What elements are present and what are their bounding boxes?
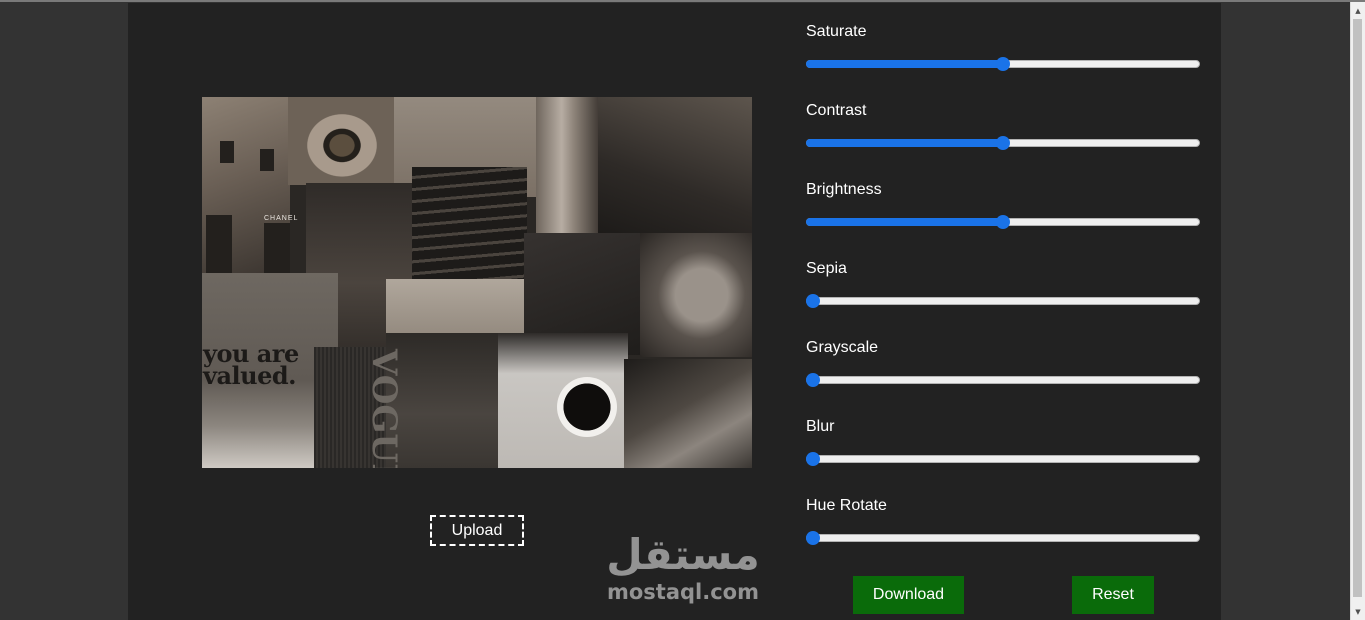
slider-fill <box>806 60 1003 68</box>
sepia-label: Sepia <box>806 260 847 277</box>
slider-thumb[interactable] <box>996 57 1010 71</box>
collage-quote-line2: valued. <box>203 361 296 390</box>
image-preview: you are valued. VOGUE CHANEL <box>202 97 752 468</box>
grayscale-slider[interactable] <box>806 373 1200 387</box>
slider-track <box>806 455 1200 463</box>
slider-thumb[interactable] <box>806 373 820 387</box>
collage-shop-sign: CHANEL <box>264 215 299 222</box>
collage-vogue-text: VOGUE <box>364 349 404 468</box>
slider-track <box>806 534 1200 542</box>
collage-tile-building <box>202 97 290 273</box>
slider-thumb[interactable] <box>996 215 1010 229</box>
collage-tile-car-interior <box>624 359 752 468</box>
download-button[interactable]: Download <box>853 576 964 614</box>
saturate-slider[interactable] <box>806 57 1200 71</box>
slider-track <box>806 376 1200 384</box>
slider-track <box>806 297 1200 305</box>
reset-button[interactable]: Reset <box>1072 576 1154 614</box>
collage-tile-eye <box>288 97 396 185</box>
slider-thumb[interactable] <box>806 294 820 308</box>
scroll-down-icon[interactable]: ▼ <box>1351 604 1365 619</box>
grayscale-label: Grayscale <box>806 339 879 356</box>
slider-thumb[interactable] <box>806 452 820 466</box>
sepia-slider[interactable] <box>806 294 1200 308</box>
slider-thumb[interactable] <box>806 531 820 545</box>
slider-fill <box>806 218 1003 226</box>
brightness-label: Brightness <box>806 181 882 198</box>
collage-tile-bicycle <box>598 97 752 237</box>
collage-quote: you are valued. <box>203 342 299 390</box>
scroll-up-icon[interactable]: ▲ <box>1351 3 1365 18</box>
upload-button[interactable]: Upload <box>430 515 524 546</box>
contrast-label: Contrast <box>806 102 867 119</box>
collage-tile-sneakers <box>640 233 752 357</box>
brightness-slider[interactable] <box>806 215 1200 229</box>
blur-slider[interactable] <box>806 452 1200 466</box>
watermark-logo: مستقل <box>606 530 760 579</box>
coffee-cup <box>557 377 617 437</box>
slider-fill <box>806 139 1003 147</box>
saturate-label: Saturate <box>806 23 867 40</box>
window-top-border <box>0 0 1365 2</box>
slider-thumb[interactable] <box>996 136 1010 150</box>
hue-rotate-label: Hue Rotate <box>806 497 887 514</box>
blur-label: Blur <box>806 418 835 435</box>
contrast-slider[interactable] <box>806 136 1200 150</box>
scrollbar-thumb[interactable] <box>1353 19 1362 597</box>
vertical-scrollbar[interactable]: ▲ ▼ <box>1350 2 1365 620</box>
collage-tile-blinds <box>412 167 527 282</box>
watermark-url: mostaql.com <box>607 580 759 604</box>
hue-rotate-slider[interactable] <box>806 531 1200 545</box>
